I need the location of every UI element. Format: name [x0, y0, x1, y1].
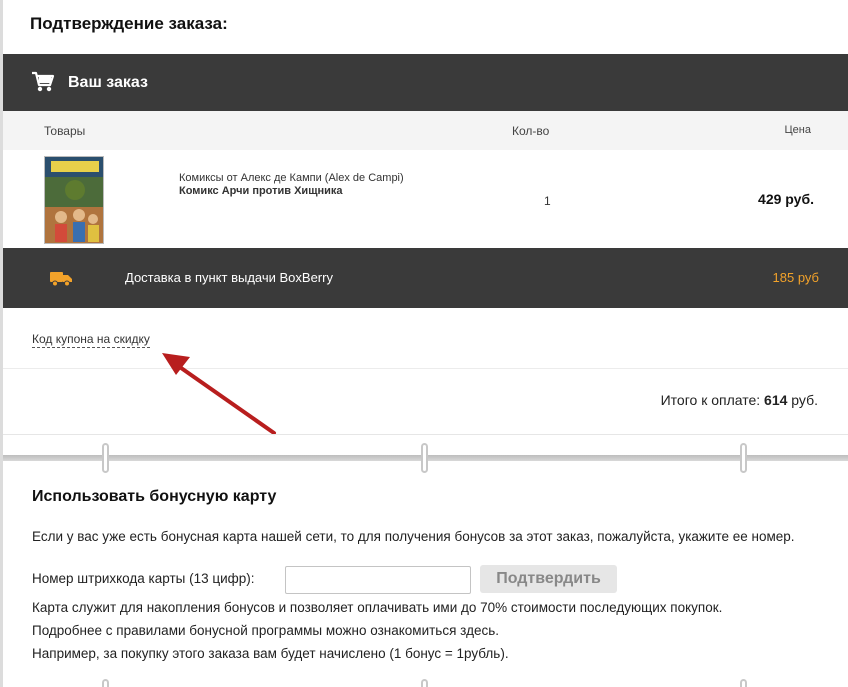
bonus-section-title: Использовать бонусную карту — [32, 488, 277, 505]
binder-ring — [102, 679, 109, 687]
bonus-rules-link[interactable]: здесь — [460, 623, 495, 638]
order-header-title: Ваш заказ — [68, 74, 148, 91]
barcode-input[interactable] — [285, 566, 471, 594]
binder-ring — [740, 679, 747, 687]
red-arrow — [162, 353, 276, 435]
confirm-button[interactable]: Подтвердить — [480, 565, 617, 593]
binder-ring — [102, 443, 109, 473]
order-header: Ваш заказ — [3, 54, 848, 111]
order-total: Итого к оплате: 614 руб. — [661, 392, 818, 408]
binder-ring — [421, 679, 428, 687]
binder-ring — [421, 443, 428, 473]
product-publisher: Комиксы от Алекс де Кампи (Alex de Campi… — [179, 172, 404, 184]
column-qty: Кол-во — [512, 124, 550, 138]
total-amount: 614 — [764, 392, 788, 408]
column-goods: Товары — [44, 124, 86, 138]
bonus-note-2: Подробнее с правилами бонусной программы… — [32, 623, 499, 638]
bonus-note-3: Например, за покупку этого заказа вам бу… — [32, 646, 509, 661]
delivery-price: 185 руб — [772, 270, 819, 285]
total-label: Итого к оплате: — [660, 392, 761, 408]
delivery-label: Доставка в пункт выдачи BoxBerry — [125, 270, 333, 285]
total-currency: руб. — [791, 392, 818, 408]
product-price: 429 руб. — [758, 191, 814, 207]
barcode-label: Номер штрихкода карты (13 цифр): — [32, 571, 255, 586]
product-cover-image[interactable] — [44, 156, 104, 244]
order-table-header: Товары Кол-во Цена — [3, 111, 848, 150]
product-name[interactable]: Комикс Арчи против Хищника — [179, 185, 343, 197]
bonus-note-2-suffix: . — [495, 623, 499, 638]
bonus-note-2-text: Подробнее с правилами бонусной программы… — [32, 623, 457, 638]
product-qty: 1 — [544, 194, 551, 208]
delivery-row: Доставка в пункт выдачи BoxBerry 185 руб — [3, 248, 848, 308]
order-item-row: Комиксы от Алекс де Кампи (Alex de Campi… — [3, 150, 848, 248]
column-price: Цена — [784, 124, 811, 136]
coupon-code-link[interactable]: Код купона на скидку — [32, 332, 150, 348]
divider — [3, 434, 848, 435]
cart-icon — [32, 71, 55, 92]
bonus-description: Если у вас уже есть бонусная карта нашей… — [32, 529, 795, 544]
binder-ring — [740, 443, 747, 473]
truck-icon — [50, 272, 72, 287]
divider — [3, 368, 848, 369]
page-title: Подтверждение заказа: — [30, 14, 228, 33]
bonus-note-1: Карта служит для накопления бонусов и по… — [32, 600, 723, 615]
